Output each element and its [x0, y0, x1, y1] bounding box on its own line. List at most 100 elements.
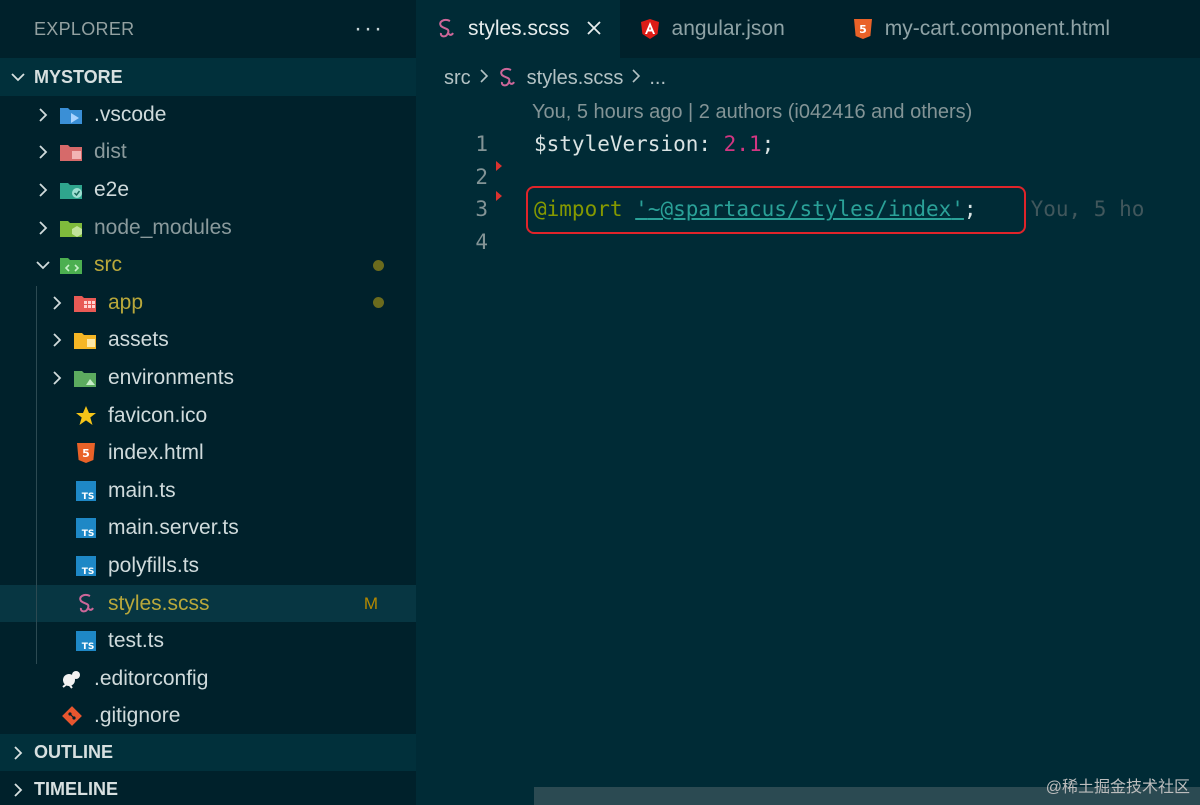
- assets-folder-icon: [72, 328, 100, 352]
- line-number: 2: [475, 164, 488, 189]
- tree-item-label: .gitignore: [94, 704, 181, 728]
- chevron-right-icon: [32, 144, 54, 160]
- watermark: @稀土掘金技术社区: [1045, 779, 1190, 796]
- vscode-folder-icon: [58, 103, 86, 127]
- line-text: $styleVersion: 2.1;: [534, 132, 774, 156]
- ts-icon: TS: [72, 479, 100, 503]
- tree-item-dist[interactable]: dist: [0, 134, 416, 172]
- tab-label: my-cart.component.html: [884, 17, 1111, 40]
- tree-item-label: main.ts: [108, 478, 176, 502]
- line-number: 3: [475, 197, 488, 222]
- outline-section[interactable]: OUTLINE: [0, 734, 416, 771]
- gutter-deletion-marker[interactable]: [496, 191, 502, 201]
- svg-text:TS: TS: [82, 529, 95, 539]
- tab-label: styles.scss: [468, 17, 570, 40]
- tree-item-polyfills-ts[interactable]: TS polyfills.ts: [0, 547, 416, 585]
- number-token: 2.1: [723, 132, 762, 157]
- html-icon: 5: [853, 18, 873, 40]
- tree-item-gitignore[interactable]: .gitignore: [0, 698, 416, 736]
- node-folder-icon: [58, 216, 86, 240]
- tree-item-main-ts[interactable]: TS main.ts: [0, 472, 416, 510]
- app-folder-icon: [72, 291, 100, 315]
- chevron-right-icon: [32, 220, 54, 236]
- svg-text:5: 5: [82, 447, 90, 460]
- ts-icon: TS: [72, 516, 100, 540]
- tree-item-favicon-ico[interactable]: favicon.ico: [0, 397, 416, 435]
- sass-icon: [72, 592, 100, 616]
- tree-item-label: e2e: [94, 177, 130, 201]
- tree-item-index-html[interactable]: 5 index.html: [0, 434, 416, 472]
- tree-item-main-server-ts[interactable]: TS main.server.ts: [0, 510, 416, 548]
- chevron-right-icon: [631, 67, 641, 90]
- tree-item-node-modules[interactable]: node_modules: [0, 209, 416, 247]
- codelens-blame[interactable]: You, 5 hours ago | 2 authors (i042416 an…: [532, 101, 972, 124]
- breadcrumb-file[interactable]: styles.scss: [527, 67, 624, 90]
- tree-item-label: .vscode: [94, 102, 167, 126]
- svg-text:TS: TS: [82, 492, 95, 502]
- highlight-box: [526, 186, 1026, 234]
- tree-item-styles-scss[interactable]: styles.scss M: [0, 584, 416, 623]
- tree-item-vscode[interactable]: .vscode: [0, 96, 416, 134]
- breadcrumb: src styles.scss ...: [416, 58, 1200, 98]
- tree-item-label: node_modules: [94, 215, 232, 239]
- tree-item-label: polyfills.ts: [108, 553, 200, 577]
- tree-item-label: main.server.ts: [108, 516, 239, 540]
- modified-dot: [373, 259, 384, 271]
- chevron-down-icon: [10, 69, 34, 85]
- tree-item-editorconfig[interactable]: .editorconfig: [0, 660, 416, 698]
- explorer-title: EXPLORER: [34, 18, 135, 39]
- more-actions-button[interactable]: ···: [354, 15, 384, 43]
- line-number: 1: [475, 132, 488, 157]
- tree-item-app[interactable]: app: [0, 284, 416, 322]
- chevron-right-icon: [32, 107, 54, 123]
- env-folder-icon: [72, 366, 100, 390]
- chevron-right-icon: [479, 67, 489, 90]
- tree-item-label: src: [94, 253, 122, 277]
- sass-icon: [436, 18, 456, 40]
- tab-label: angular.json: [671, 17, 785, 40]
- tree-item-label: styles.scss: [108, 591, 210, 615]
- outline-label: OUTLINE: [34, 742, 113, 762]
- tree-item-label: test.ts: [108, 629, 165, 653]
- file-tree: .vscode dist e2e node_modulessrc app assets en…: [0, 96, 416, 735]
- chevron-right-icon: [10, 782, 34, 798]
- explorer-header: EXPLORER ···: [0, 0, 416, 58]
- tree-item-environments[interactable]: environments: [0, 359, 416, 397]
- indent-guide: [36, 286, 37, 664]
- semicolon-token: ;: [761, 132, 775, 157]
- editor-tabs: styles.scss angular.json 5 my-cart.componen…: [416, 0, 1200, 58]
- git-status-badge: M: [363, 593, 378, 613]
- line-number: 4: [475, 229, 488, 254]
- src-folder-icon: [58, 253, 86, 277]
- tree-item-src[interactable]: src: [0, 246, 416, 284]
- modified-dot: [373, 297, 384, 309]
- tree-item-assets[interactable]: assets: [0, 322, 416, 360]
- close-icon[interactable]: [586, 16, 602, 42]
- tree-item-label: favicon.ico: [108, 403, 208, 427]
- chevron-right-icon: [46, 332, 68, 348]
- tree-item-test-ts[interactable]: TS test.ts: [0, 622, 416, 660]
- timeline-label: TIMELINE: [34, 779, 118, 799]
- timeline-section[interactable]: TIMELINE: [0, 771, 416, 805]
- chevron-right-icon: [10, 745, 34, 761]
- tree-item-label: app: [108, 290, 144, 314]
- ts-icon: TS: [72, 554, 100, 578]
- tab-angular-json[interactable]: angular.json: [620, 0, 833, 58]
- chevron-right-icon: [32, 182, 54, 198]
- breadcrumb-folder[interactable]: src: [444, 67, 471, 90]
- gutter-deletion-marker[interactable]: [496, 160, 502, 171]
- angular-icon: [640, 18, 660, 40]
- code-line: 1 $styleVersion: 2.1;: [416, 128, 1200, 161]
- tree-item-label: index.html: [108, 441, 204, 465]
- colon-token: :: [698, 132, 724, 157]
- tree-item-label: dist: [94, 140, 127, 164]
- editor-area: styles.scss angular.json 5 my-cart.componen…: [416, 0, 1200, 805]
- workspace-root[interactable]: MYSTORE: [0, 58, 416, 96]
- tab-my-cart-component-html[interactable]: 5 my-cart.component.html: [833, 0, 1128, 58]
- variable-token: $styleVersion: [534, 132, 699, 157]
- html-icon: 5: [72, 441, 100, 465]
- tab-styles-scss[interactable]: styles.scss: [416, 0, 620, 58]
- tree-item-e2e[interactable]: e2e: [0, 171, 416, 209]
- breadcrumb-symbols[interactable]: ...: [649, 67, 666, 90]
- chevron-right-icon: [46, 295, 68, 311]
